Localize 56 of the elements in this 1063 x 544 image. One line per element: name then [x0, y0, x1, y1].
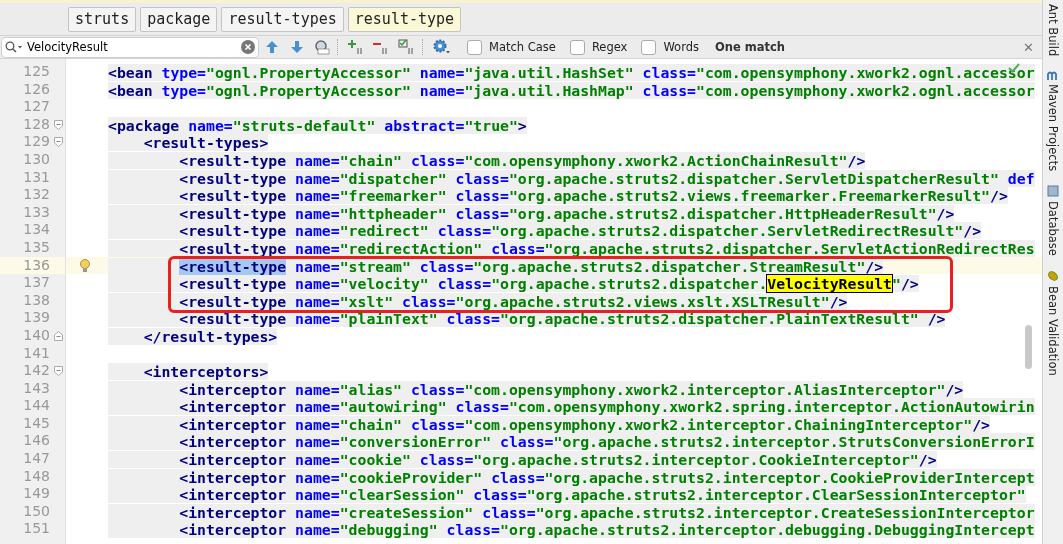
- fold-icon[interactable]: [54, 119, 63, 130]
- tool-window-tab[interactable]: Database: [1046, 185, 1060, 257]
- option-label: Match Case: [489, 40, 556, 54]
- fold-icon[interactable]: [54, 330, 63, 341]
- line-number: 139: [22, 309, 51, 327]
- line-number: 146: [22, 432, 51, 451]
- checkbox[interactable]: [569, 39, 585, 55]
- line-number: 144: [22, 397, 51, 415]
- fold-icon[interactable]: [54, 365, 63, 376]
- line-number: 148: [22, 467, 51, 486]
- breadcrumb[interactable]: struts: [68, 6, 137, 32]
- search-query: VelocityResult: [27, 40, 109, 54]
- line-number: 149: [22, 485, 51, 503]
- line-number: 133: [22, 203, 51, 222]
- line-number: 147: [22, 450, 51, 468]
- line-number: 125: [22, 63, 51, 81]
- line-number: 134: [22, 221, 51, 239]
- line-number: 126: [22, 80, 51, 99]
- close-button[interactable]: ✕: [1019, 39, 1038, 55]
- line-number: 129: [22, 133, 51, 151]
- search-field[interactable]: VelocityResult: [2, 37, 258, 57]
- line-number: 138: [22, 291, 51, 310]
- match-count: One match: [715, 40, 785, 54]
- line-number: 135: [22, 238, 51, 257]
- checkbox[interactable]: [641, 39, 657, 55]
- scrollbar-thumb[interactable]: [1025, 325, 1032, 369]
- line-number: 143: [22, 379, 51, 398]
- line-number: 145: [22, 414, 51, 433]
- breadcrumb[interactable]: package: [140, 6, 218, 32]
- tool-window-tab[interactable]: Maven Projects: [1046, 70, 1060, 172]
- line-number: 150: [22, 502, 51, 521]
- line-number: 136: [22, 256, 51, 275]
- option-label: Regex: [591, 40, 628, 54]
- line-number: 142: [22, 362, 51, 380]
- line-number: 127: [22, 98, 51, 116]
- fold-icon[interactable]: [54, 137, 63, 148]
- option-label: Words: [663, 40, 699, 54]
- bean-icon: [1047, 270, 1059, 283]
- line-number: 137: [22, 274, 51, 292]
- search-icon: [5, 41, 23, 53]
- settings-icon[interactable]: [431, 38, 453, 56]
- line-number: 131: [22, 168, 51, 187]
- tool-window-tab[interactable]: Ant Build: [1046, 4, 1060, 57]
- line-number: 128: [22, 115, 51, 134]
- maven-icon: [1047, 70, 1059, 81]
- breadcrumb[interactable]: result-type: [347, 6, 462, 32]
- breadcrumb[interactable]: result-types: [221, 6, 344, 32]
- line-number: 132: [22, 186, 51, 204]
- lightbulb-icon[interactable]: [80, 258, 90, 273]
- line-number: 151: [22, 520, 51, 539]
- checkbox[interactable]: [467, 39, 482, 55]
- tool-window-tab[interactable]: Bean Validation: [1046, 270, 1060, 376]
- clear-icon[interactable]: [241, 40, 255, 54]
- line-number: 141: [22, 344, 51, 363]
- line-number: 140: [22, 326, 51, 345]
- line-number: 130: [22, 150, 51, 169]
